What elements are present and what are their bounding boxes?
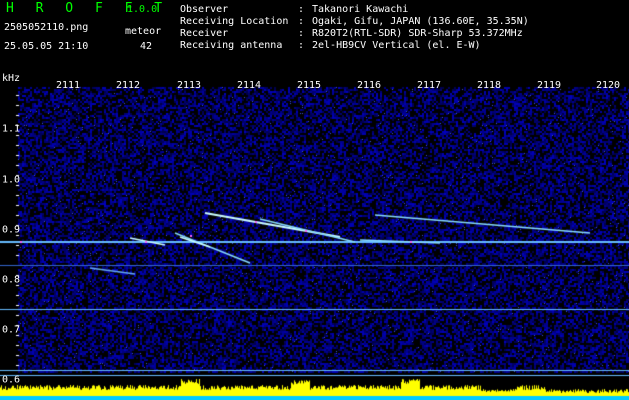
station-info: Observer: Takanori Kawachi Receiving Loca… xyxy=(180,4,628,52)
meteor-label: meteor xyxy=(125,26,162,37)
info-separator: : xyxy=(298,40,305,51)
info-value: R820T2(RTL-SDR) SDR-Sharp 53.372MHz xyxy=(312,28,523,39)
info-key: Receiving antenna xyxy=(180,40,283,51)
frequency-label: 1.0 xyxy=(2,174,21,186)
meteor-count: 42 xyxy=(140,41,153,52)
frequency-label: 0.9 xyxy=(2,224,21,236)
frequency-label: 1.1 xyxy=(2,123,21,135)
info-separator: : xyxy=(298,28,305,39)
frequency-label: 0.6 xyxy=(2,374,21,386)
time-label: 2117 xyxy=(416,80,442,91)
time-label: 2111 xyxy=(55,80,81,91)
info-row-antenna: Receiving antenna:2el-HB9CV Vertical (el… xyxy=(180,40,628,52)
frequency-unit-label: kHz xyxy=(2,73,21,84)
time-label: 2114 xyxy=(236,80,262,91)
frequency-label: 0.8 xyxy=(2,274,21,286)
info-row-receiver: Receiver: R820T2(RTL-SDR) SDR-Sharp 53.37… xyxy=(180,28,628,40)
time-label: 2119 xyxy=(536,80,562,91)
info-separator: : xyxy=(298,16,305,27)
time-label: 2112 xyxy=(115,80,141,91)
info-value: Ogaki, Gifu, JAPAN (136.60E, 35.35N) xyxy=(312,16,529,27)
info-value: Takanori Kawachi xyxy=(312,4,409,15)
info-key: Receiver xyxy=(180,28,229,39)
waterfall-spectrogram xyxy=(0,75,629,400)
info-key: Receiving Location xyxy=(180,16,289,27)
header-panel: H R O F F T 1.0.0 2505052110.png 25.05.0… xyxy=(0,0,629,73)
file-name: 2505052110.png xyxy=(4,22,89,33)
info-row-location: Receiving Location: Ogaki, Gifu, JAPAN (1… xyxy=(180,16,628,28)
time-label: 2120 xyxy=(595,80,621,91)
time-label: 2118 xyxy=(476,80,502,91)
frequency-label: 0.7 xyxy=(2,324,21,336)
time-label: 2113 xyxy=(176,80,202,91)
app-version: 1.0.0 xyxy=(127,4,158,15)
info-row-observer: Observer: Takanori Kawachi xyxy=(180,4,628,16)
info-key: Observer xyxy=(180,4,229,15)
time-label: 2115 xyxy=(296,80,322,91)
info-separator: : xyxy=(298,4,305,15)
timestamp: 25.05.05 21:10 xyxy=(4,41,89,52)
time-label: 2116 xyxy=(356,80,382,91)
info-value: 2el-HB9CV Vertical (el. E-W) xyxy=(312,40,481,51)
